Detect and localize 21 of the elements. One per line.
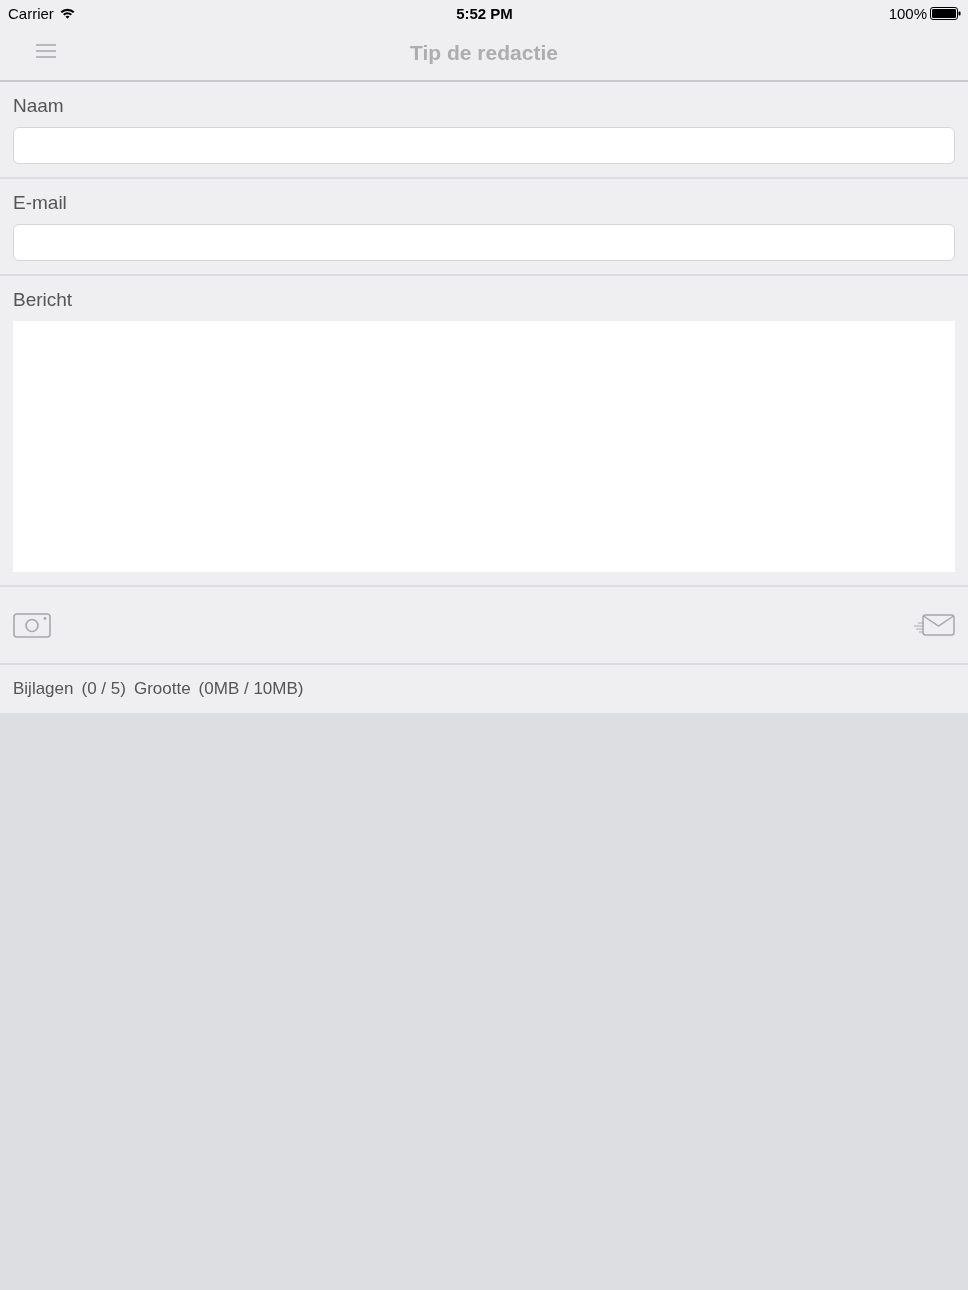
attachments-count: (0 / 5) (81, 679, 126, 699)
screen-title: Tip de redactie (410, 41, 558, 65)
field-label: Bericht (13, 288, 74, 312)
menu-button[interactable] (34, 42, 58, 60)
menu-icon (36, 44, 56, 58)
battery-icon (930, 6, 961, 20)
camera-button[interactable] (13, 612, 51, 638)
attachments-label: Bijlagen (13, 679, 74, 699)
clock-time: 5:52 PM (456, 4, 513, 22)
send-button[interactable] (914, 614, 955, 636)
carrier-name: Carrier (8, 4, 54, 22)
text-input-field[interactable] (13, 224, 955, 261)
size-value: (0MB / 10MB) (198, 679, 304, 699)
wifi-icon (59, 7, 75, 19)
camera-icon (13, 612, 51, 638)
envelope-icon (914, 614, 955, 636)
field-label: E-mail (13, 191, 68, 215)
text-input-field[interactable] (13, 127, 955, 164)
size-label: Grootte (133, 679, 191, 699)
battery-percentage: 100% (888, 4, 927, 22)
field-label: Naam (13, 94, 65, 118)
